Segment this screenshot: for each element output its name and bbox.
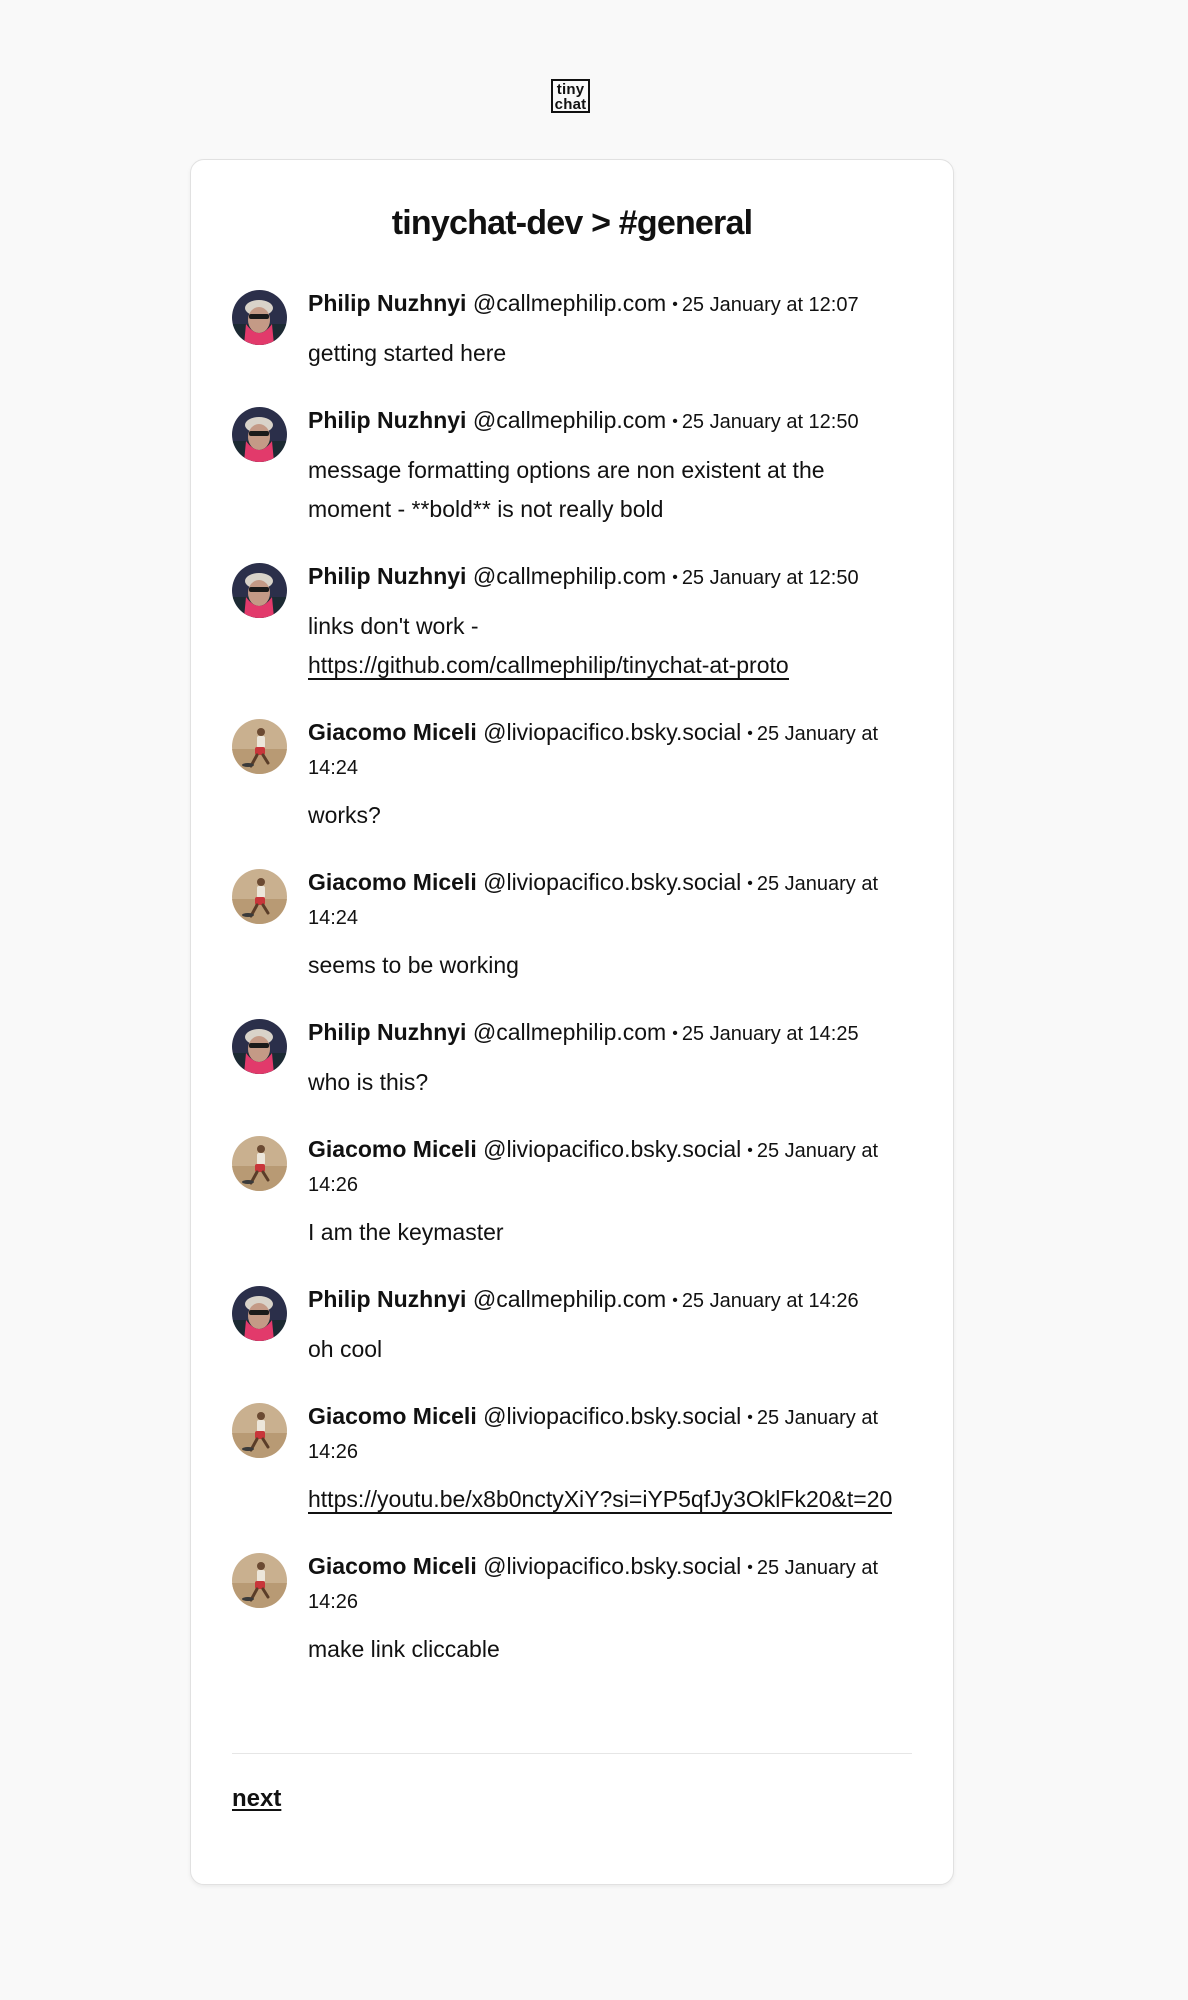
message-body: make link cliccable — [308, 1630, 912, 1669]
message-item: Giacomo Miceli @liviopacifico.bsky.socia… — [232, 1401, 912, 1519]
author-handle: @callmephilip.com — [472, 1019, 667, 1045]
channel-title: tinychat-dev > #general — [391, 204, 753, 242]
message-text: oh cool — [308, 1336, 383, 1362]
message-meta: Philip Nuzhnyi @callmephilip.com • 25 Janu… — [308, 405, 912, 439]
author-name: Philip Nuzhnyi — [308, 290, 467, 316]
philip-avatar[interactable] — [232, 290, 287, 345]
author-name: Philip Nuzhnyi — [308, 1019, 467, 1045]
message-item: Giacomo Miceli @liviopacifico.bsky.socia… — [232, 1551, 912, 1669]
author-handle: @liviopacifico.bsky.social — [483, 1403, 742, 1429]
separator-dot: • — [747, 1559, 753, 1576]
message-meta: Giacomo Miceli @liviopacifico.bsky.socia… — [308, 1551, 912, 1618]
giacomo-avatar[interactable] — [232, 1553, 287, 1608]
author-name: Giacomo Miceli — [308, 1553, 477, 1579]
message-text: seems to be working — [308, 952, 519, 978]
message-body: getting started here — [308, 334, 912, 373]
message-meta: Philip Nuzhnyi @callmephilip.com • 25 Janu… — [308, 288, 912, 322]
message-item: Philip Nuzhnyi @callmephilip.com • 25 Janu… — [232, 561, 912, 685]
separator-dot: • — [747, 725, 753, 742]
message-timestamp: 25 January at 12:07 — [681, 294, 859, 316]
separator-dot: • — [672, 569, 678, 586]
message-item: Giacomo Miceli @liviopacifico.bsky.socia… — [232, 1134, 912, 1252]
message-item: Giacomo Miceli @liviopacifico.bsky.socia… — [232, 717, 912, 835]
philip-avatar[interactable] — [232, 1286, 287, 1341]
giacomo-avatar[interactable] — [232, 869, 287, 924]
tinychat-logo[interactable]: tiny chat — [551, 79, 590, 113]
message-item: Philip Nuzhnyi @callmephilip.com • 25 Janu… — [232, 1284, 912, 1369]
message-text: works? — [308, 802, 381, 828]
author-handle: @callmephilip.com — [472, 1286, 667, 1312]
message-link[interactable]: https://github.com/callmephilip/tinychat… — [308, 652, 789, 680]
divider — [232, 1753, 912, 1754]
message-item: Philip Nuzhnyi @callmephilip.com • 25 Janu… — [232, 288, 912, 373]
message-body: oh cool — [308, 1330, 912, 1369]
message-link[interactable]: https://youtu.be/x8b0nctyXiY?si=iYP5qfJy… — [308, 1486, 893, 1514]
author-handle: @callmephilip.com — [472, 563, 667, 589]
message-timestamp: 25 January at 12:50 — [681, 567, 859, 589]
message-body: message formatting options are non exist… — [308, 451, 912, 529]
message-meta: Philip Nuzhnyi @callmephilip.com • 25 Janu… — [308, 1017, 912, 1051]
message-meta: Giacomo Miceli @liviopacifico.bsky.socia… — [308, 1401, 912, 1468]
separator-dot: • — [672, 1025, 678, 1042]
giacomo-avatar[interactable] — [232, 1403, 287, 1458]
philip-avatar[interactable] — [232, 407, 287, 462]
message-body: https://youtu.be/x8b0nctyXiY?si=iYP5qfJy… — [308, 1480, 912, 1519]
author-name: Philip Nuzhnyi — [308, 563, 467, 589]
author-name: Giacomo Miceli — [308, 869, 477, 895]
message-body: seems to be working — [308, 946, 912, 985]
separator-dot: • — [672, 413, 678, 430]
author-handle: @liviopacifico.bsky.social — [483, 869, 742, 895]
separator-dot: • — [672, 1292, 678, 1309]
message-body: links don't work - https://github.com/cal… — [308, 607, 912, 685]
author-name: Philip Nuzhnyi — [308, 1286, 467, 1312]
message-item: Philip Nuzhnyi @callmephilip.com • 25 Janu… — [232, 1017, 912, 1102]
message-timestamp: 25 January at 14:26 — [681, 1290, 859, 1312]
author-name: Giacomo Miceli — [308, 1403, 477, 1429]
message-text: make link cliccable — [308, 1636, 500, 1662]
giacomo-avatar[interactable] — [232, 1136, 287, 1191]
message-timestamp: 25 January at 12:50 — [681, 411, 859, 433]
message-body: I am the keymaster — [308, 1213, 912, 1252]
message-body: who is this? — [308, 1063, 912, 1102]
message-meta: Giacomo Miceli @liviopacifico.bsky.socia… — [308, 717, 912, 784]
message-text: I am the keymaster — [308, 1219, 504, 1245]
author-name: Giacomo Miceli — [308, 719, 477, 745]
channel-card: tinychat-dev > #general Philip Nuzhnyi @… — [190, 159, 954, 1885]
message-text: getting started here — [308, 340, 507, 366]
giacomo-avatar[interactable] — [232, 719, 287, 774]
message-meta: Giacomo Miceli @liviopacifico.bsky.socia… — [308, 867, 912, 934]
author-handle: @liviopacifico.bsky.social — [483, 1553, 742, 1579]
author-name: Philip Nuzhnyi — [308, 407, 467, 433]
author-handle: @callmephilip.com — [472, 290, 667, 316]
author-handle: @liviopacifico.bsky.social — [483, 1136, 742, 1162]
message-list: Philip Nuzhnyi @callmephilip.com • 25 Janu… — [232, 288, 912, 1701]
message-text: who is this? — [308, 1069, 429, 1095]
logo-line-2: chat — [554, 96, 587, 113]
philip-avatar[interactable] — [232, 563, 287, 618]
separator-dot: • — [747, 1142, 753, 1159]
message-timestamp: 25 January at 14:25 — [681, 1023, 859, 1045]
philip-avatar[interactable] — [232, 1019, 287, 1074]
next-page-link[interactable]: next — [232, 1785, 281, 1813]
message-item: Philip Nuzhnyi @callmephilip.com • 25 Janu… — [232, 405, 912, 529]
message-text: links don't work - — [308, 613, 479, 639]
logo-line-1: tiny — [556, 81, 585, 98]
message-item: Giacomo Miceli @liviopacifico.bsky.socia… — [232, 867, 912, 985]
author-name: Giacomo Miceli — [308, 1136, 477, 1162]
author-handle: @callmephilip.com — [472, 407, 667, 433]
separator-dot: • — [672, 296, 678, 313]
message-meta: Philip Nuzhnyi @callmephilip.com • 25 Janu… — [308, 561, 912, 595]
separator-dot: • — [747, 1409, 753, 1426]
message-meta: Giacomo Miceli @liviopacifico.bsky.socia… — [308, 1134, 912, 1201]
message-meta: Philip Nuzhnyi @callmephilip.com • 25 Janu… — [308, 1284, 912, 1318]
author-handle: @liviopacifico.bsky.social — [483, 719, 742, 745]
message-text: message formatting options are non exist… — [308, 457, 825, 522]
message-body: works? — [308, 796, 912, 835]
separator-dot: • — [747, 875, 753, 892]
